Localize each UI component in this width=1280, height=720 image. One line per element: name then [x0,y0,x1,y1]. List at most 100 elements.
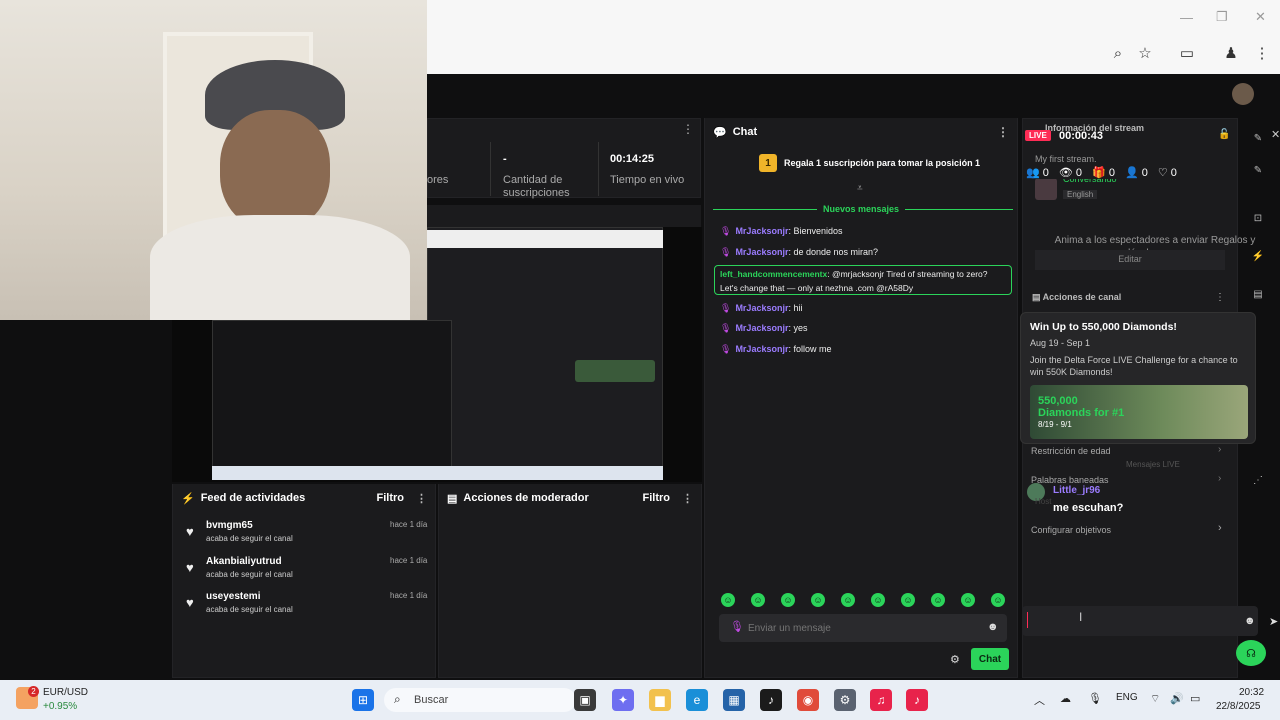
share-icon[interactable]: ⋰ [1248,470,1268,490]
store-icon[interactable]: ▦ [723,689,745,711]
emote-icon[interactable]: ☺ [991,593,1005,607]
banned-words-item[interactable]: Palabras baneadas [1031,475,1109,485]
document-icon[interactable]: ▤ [1248,284,1268,304]
feed-user[interactable]: useyestemi [206,591,260,602]
more-icon[interactable]: ⋮ [416,492,427,505]
collapse-icon[interactable]: ⩡ [857,183,863,194]
hosts-item[interactable]: Host [1035,497,1051,506]
chat-user[interactable]: MrJacksonjr [735,323,788,333]
promo-banner[interactable]: 550,000 Diamonds for #1 8/19 - 9/1 [1030,385,1248,439]
cloud-icon[interactable]: ☁ [1060,692,1071,705]
activity-feed-title: Feed de actividades [200,492,306,504]
avatar[interactable] [1232,83,1254,105]
emote-icon[interactable]: ☺ [931,593,945,607]
taskbar-search[interactable]: ⌕ Buscar [384,688,576,712]
preview-browser-bar [427,230,663,248]
live-chat-input[interactable] [1022,606,1258,636]
settings-icon[interactable]: ⚙ [834,689,856,711]
emote-icon[interactable]: ☺ [721,593,735,607]
divider [490,142,491,196]
chat-text: : de donde nos miran? [788,247,879,257]
zoom-icon[interactable]: ⌕ [1107,42,1129,64]
emote-icon[interactable]: ☺ [811,593,825,607]
live-messages-label: Mensajes LIVE [1126,460,1180,469]
chat-user[interactable]: MrJacksonjr [735,226,788,236]
language-tag: English [1063,190,1098,199]
edit-icon[interactable]: ✎ [1248,160,1268,180]
send-chat-button[interactable]: Chat [971,648,1009,670]
emote-icon[interactable]: ☺ [841,593,855,607]
age-restriction-item[interactable]: Restricción de edad [1031,446,1111,456]
emote-icon[interactable]: ☺ [781,593,795,607]
tiktok-live-studio-icon[interactable]: ♪ [760,689,782,711]
chat-user[interactable]: MrJacksonjr [735,344,788,354]
chevron-up-icon[interactable]: ︿ [1034,692,1045,708]
chat-user[interactable]: MrJacksonjr [735,303,788,313]
search-label: Buscar [414,694,449,706]
tiktok-icon[interactable]: ♪ [906,689,928,711]
close-icon[interactable]: ✕ [1271,128,1280,141]
file-explorer-icon[interactable]: ▆ [649,689,671,711]
more-icon[interactable]: ⋮ [997,125,1009,139]
chrome-icon[interactable]: ◉ [797,689,819,711]
task-view-icon[interactable]: ▣ [574,689,596,711]
emote-icon[interactable]: ☺ [751,593,765,607]
highlighted-message: left_handcommencementx: @mrjacksonjr Tir… [714,265,1012,295]
wifi-icon[interactable]: ⌔ [1150,692,1160,706]
ticker-label[interactable]: EUR/USD [43,687,88,698]
feed-user[interactable]: bvmgm65 [206,520,253,531]
clock-date[interactable]: 22/8/2025 [1216,701,1261,712]
subs-label: Cantidad de suscripciones [503,174,570,199]
mod-actions-title: Acciones de moderador [463,492,589,504]
restore-icon[interactable]: ❐ [1216,9,1228,25]
more-icon[interactable]: ⋮ [682,122,694,136]
chat-input[interactable] [748,618,968,638]
live-time-value: 00:14:25 [610,153,655,165]
emote-icon[interactable]: ☺ [961,593,975,607]
chat-user[interactable]: left_handcommencementx [720,269,827,279]
live-msg-user[interactable]: Little_jr96 [1053,485,1100,496]
crop-icon[interactable]: ⊡ [1248,208,1268,228]
mic-icon[interactable]: 🎙 [1088,692,1102,705]
feed-time: hace 1 día [390,591,428,600]
cast-icon[interactable]: ▭ [1176,42,1198,64]
more-icon[interactable]: ⋮ [682,492,693,505]
emoji-icon[interactable]: ☻ [1244,615,1256,627]
menu-icon[interactable]: ⋮ [1251,42,1273,64]
profile-icon[interactable]: ♟ [1220,42,1242,64]
mic-icon[interactable]: 🎙 [730,620,744,633]
clock-time[interactable]: 20:32 [1239,687,1264,698]
mod-actions-panel [438,484,702,678]
more-icon[interactable]: ⋮ [1215,292,1225,303]
live-time-label: Tiempo en vivo [610,174,685,186]
volume-icon[interactable]: 🔊 [1170,692,1184,705]
emote-icon[interactable]: ☺ [871,593,885,607]
configure-goals-item[interactable]: Configurar objetivos [1031,525,1111,535]
unlock-icon[interactable]: 🔓 [1218,129,1230,140]
plugin-icon[interactable]: ✎ [1248,128,1268,148]
emote-icon[interactable]: ☺ [901,593,915,607]
headset-icon[interactable]: ☊ [1236,640,1266,666]
follows-metric: 👤 0 [1124,167,1148,179]
activity-filter-button[interactable]: Filtro [377,492,405,504]
battery-icon[interactable]: ▭ [1190,692,1200,705]
gift-sub-promo[interactable]: Regala 1 suscripción para tomar la posic… [784,158,980,168]
edge-icon[interactable]: e [686,689,708,711]
chat-user[interactable]: MrJacksonjr [735,247,788,257]
live-badge: LIVE [1025,130,1051,141]
mod-filter-button[interactable]: Filtro [643,492,671,504]
star-icon[interactable]: ☆ [1134,42,1156,64]
send-icon[interactable]: ➤ [1269,615,1278,628]
music-icon[interactable]: ♫ [870,689,892,711]
promo-card[interactable]: Win Up to 550,000 Diamonds! Aug 19 - Sep… [1020,312,1256,444]
windows-start-icon[interactable]: ⊞ [352,689,374,711]
edit-button[interactable]: Editar [1035,250,1225,270]
language-indicator[interactable]: ENG [1116,692,1138,703]
bolt-icon[interactable]: ⚡ [1248,246,1268,266]
close-window-icon[interactable]: ✕ [1255,9,1266,25]
minimize-icon[interactable]: — [1180,10,1193,25]
emoji-icon[interactable]: ☻ [987,621,999,633]
gear-icon[interactable]: ⚙ [950,653,960,666]
feed-user[interactable]: Akanbialiyutrud [206,556,282,567]
copilot-icon[interactable]: ✦ [612,689,634,711]
